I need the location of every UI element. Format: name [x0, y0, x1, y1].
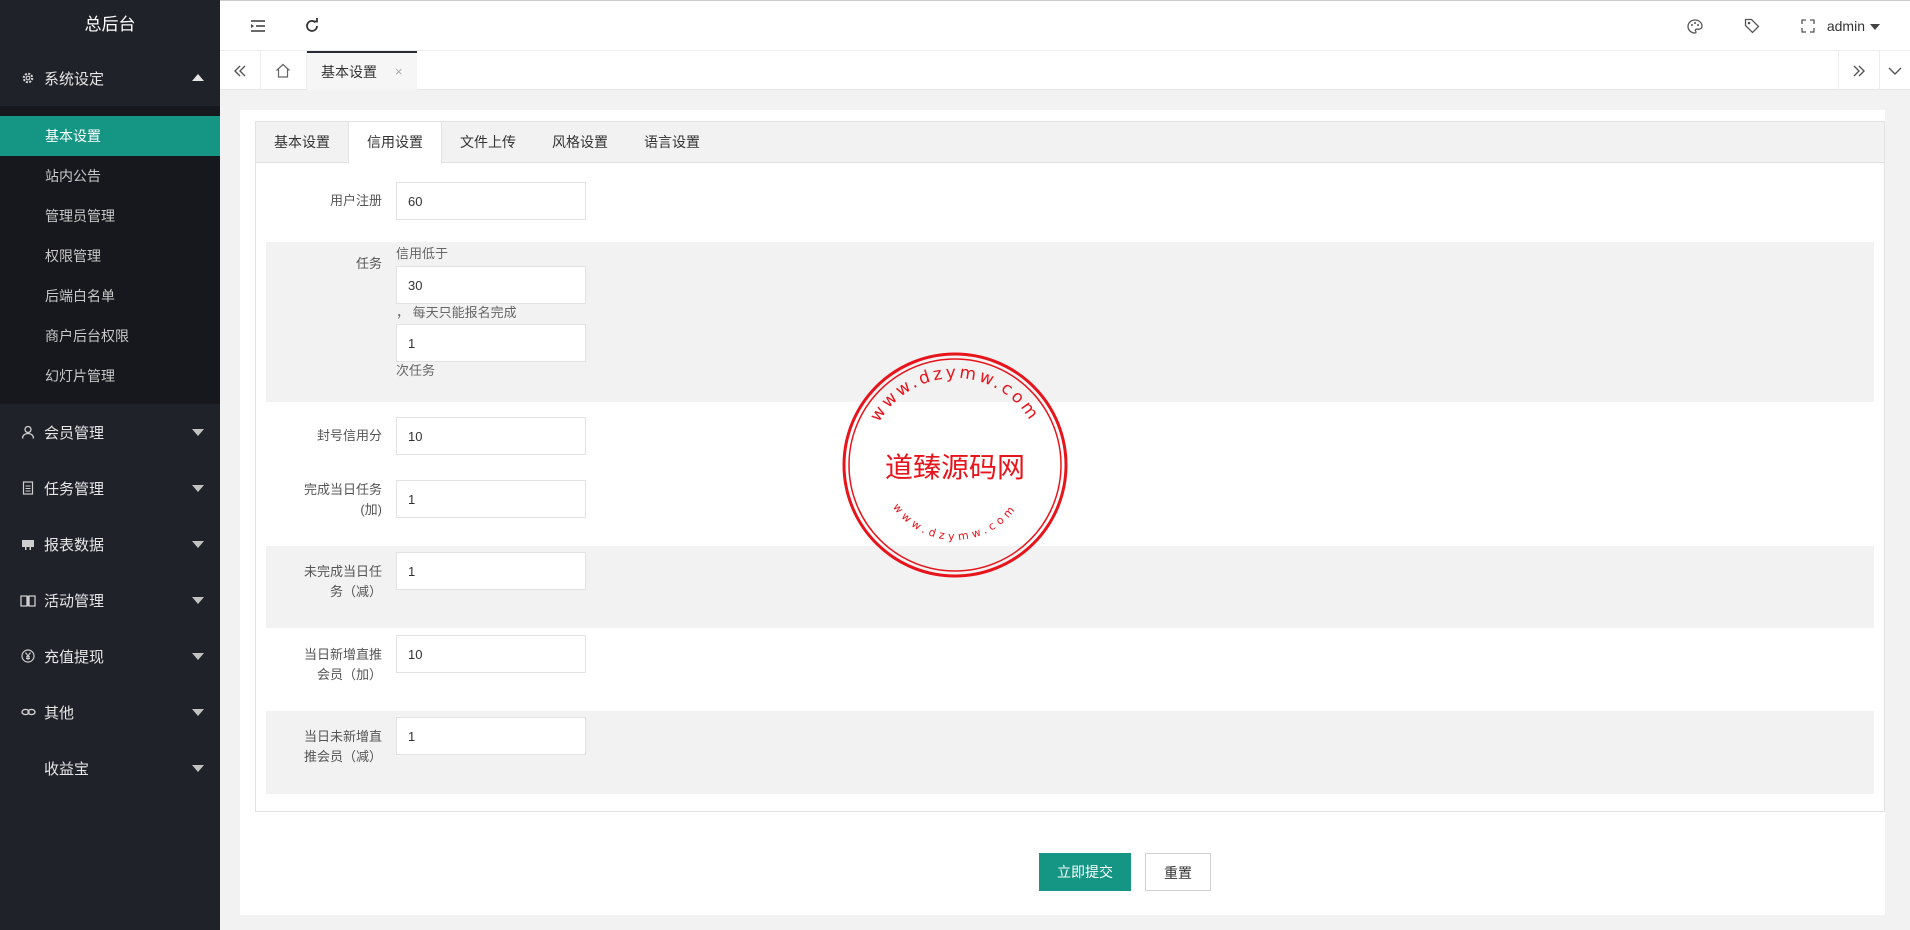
tab-label: 基本设置	[321, 63, 377, 80]
chevron-down-icon[interactable]	[1880, 51, 1910, 90]
sidebar-item-merchant-permissions[interactable]: 商户后台权限	[0, 316, 220, 356]
form-row-register: 用户注册	[266, 163, 1874, 238]
reset-button[interactable]: 重置	[1145, 853, 1211, 891]
nav-group-earnings[interactable]: 收益宝	[0, 740, 220, 796]
nav-group-reports[interactable]: 报表数据	[0, 516, 220, 572]
field-label: 封号信用分	[316, 428, 382, 443]
sidebar-item-whitelist[interactable]: 后端白名单	[0, 276, 220, 316]
sidebar-item-admin-management[interactable]: 管理员管理	[0, 196, 220, 236]
field-label: 完成当日任务 (加)	[303, 482, 382, 517]
tab-credit[interactable]: 信用设置	[348, 122, 442, 164]
settings-panel: 基本设置 信用设置 文件上传 风格设置 语言设置 用户注册 任务 信用低于 ， …	[255, 121, 1885, 812]
tab-file-upload[interactable]: 文件上传	[442, 122, 534, 163]
tab-basic-settings[interactable]: 基本设置 ×	[307, 51, 417, 90]
tabs-scroll-right-icon[interactable]	[1838, 51, 1880, 90]
page-tabs-bar: 基本设置 ×	[220, 50, 1910, 90]
task-daily-limit-input[interactable]	[396, 324, 586, 362]
nav-group-label: 报表数据	[44, 536, 105, 554]
refresh-icon[interactable]	[292, 1, 332, 51]
watermark-name: 道臻源码网	[885, 451, 1025, 484]
menu-fold-icon[interactable]	[238, 1, 278, 51]
caret-down-icon	[192, 597, 204, 604]
book-icon	[20, 592, 36, 608]
gear-icon	[20, 70, 36, 86]
ban-credit-input[interactable]	[396, 417, 586, 455]
close-icon[interactable]: ×	[395, 64, 403, 79]
nav-group-label: 活动管理	[44, 592, 105, 610]
sidebar: 总后台 系统设定 基本设置 站内公告 管理员管理 权限管理 后端白名单 商户后台…	[0, 0, 220, 930]
sidebar-item-slides[interactable]: 幻灯片管理	[0, 356, 220, 396]
nav-group-label: 充值提现	[44, 648, 105, 666]
home-icon[interactable]	[260, 51, 307, 90]
tab-basic[interactable]: 基本设置	[256, 122, 348, 163]
register-credit-input[interactable]	[396, 182, 586, 220]
no-referral-minus-input[interactable]	[396, 717, 586, 755]
form-row-task: 任务 信用低于 ， 每天只能报名完成 次任务	[266, 242, 1874, 402]
new-referral-plus-input[interactable]	[396, 635, 586, 673]
top-header: admin	[220, 0, 1910, 50]
task-suffix-text: 次任务	[396, 363, 436, 378]
nav-group-recharge[interactable]: 充值提现	[0, 628, 220, 684]
form-row-referral-minus: 当日未新增直 推会员（减）	[266, 711, 1874, 794]
nav-group-tasks[interactable]: 任务管理	[0, 460, 220, 516]
form-row-ban: 封号信用分	[266, 402, 1874, 464]
caret-down-icon	[192, 765, 204, 772]
field-label: 任务	[355, 256, 382, 271]
incomplete-task-minus-input[interactable]	[396, 552, 586, 590]
task-credit-threshold-input[interactable]	[396, 266, 586, 304]
submit-button[interactable]: 立即提交	[1039, 853, 1131, 891]
field-label: 当日新增直推 会员（加）	[303, 647, 382, 682]
nav-group-system[interactable]: 系统设定	[0, 50, 220, 106]
field-label: 用户注册	[329, 193, 382, 208]
caret-down-icon	[192, 429, 204, 436]
watermark-stamp: www.dzymw.com 道臻源码网 www.dzymw.com	[842, 352, 1068, 578]
tab-style[interactable]: 风格设置	[534, 122, 626, 163]
caret-down-icon	[192, 709, 204, 716]
form-row-referral-plus: 当日新增直推 会员（加）	[266, 628, 1874, 711]
sidebar-item-basic-settings[interactable]: 基本设置	[0, 116, 220, 156]
link-icon	[20, 704, 36, 720]
app-title: 总后台	[0, 0, 220, 50]
fullscreen-icon[interactable]	[1788, 1, 1828, 51]
form-row-incomplete-minus: 未完成当日任 务（减）	[266, 546, 1874, 628]
field-label: 未完成当日任 务（减）	[303, 564, 382, 599]
nav-group-activities[interactable]: 活动管理	[0, 572, 220, 628]
nav-group-label: 其他	[44, 704, 75, 722]
sidebar-item-permissions[interactable]: 权限管理	[0, 236, 220, 276]
palette-icon[interactable]	[1675, 1, 1715, 51]
nav-group-label: 任务管理	[44, 480, 105, 498]
user-icon	[20, 424, 36, 440]
caret-up-icon	[192, 74, 204, 81]
settings-tabs: 基本设置 信用设置 文件上传 风格设置 语言设置	[256, 122, 1884, 164]
chart-icon	[20, 536, 36, 552]
field-label: 当日未新增直 推会员（减）	[303, 729, 382, 764]
user-menu[interactable]: admin	[1827, 1, 1880, 51]
nav-group-label: 会员管理	[44, 424, 105, 442]
submenu-system: 基本设置 站内公告 管理员管理 权限管理 后端白名单 商户后台权限 幻灯片管理	[0, 106, 220, 404]
caret-down-icon	[192, 653, 204, 660]
complete-task-plus-input[interactable]	[396, 480, 586, 518]
nav-group-label: 系统设定	[44, 70, 105, 88]
task-middle-text: ， 每天只能报名完成	[396, 305, 517, 320]
form-row-complete-plus: 完成当日任务 (加)	[266, 464, 1874, 546]
tag-icon[interactable]	[1732, 1, 1772, 51]
task-prefix-text: 信用低于	[396, 246, 449, 261]
watermark-url-bottom: www.dzymw.com	[890, 501, 1020, 544]
caret-down-icon	[1870, 24, 1880, 31]
tabs-scroll-left-icon[interactable]	[220, 51, 261, 90]
document-icon	[20, 480, 36, 496]
nav-group-label: 收益宝	[44, 760, 90, 778]
caret-down-icon	[192, 485, 204, 492]
yen-icon	[20, 648, 36, 664]
nav-group-other[interactable]: 其他	[0, 684, 220, 740]
caret-down-icon	[192, 541, 204, 548]
tab-language[interactable]: 语言设置	[626, 122, 718, 163]
sidebar-item-announcements[interactable]: 站内公告	[0, 156, 220, 196]
username: admin	[1826, 18, 1865, 34]
nav-group-members[interactable]: 会员管理	[0, 404, 220, 460]
